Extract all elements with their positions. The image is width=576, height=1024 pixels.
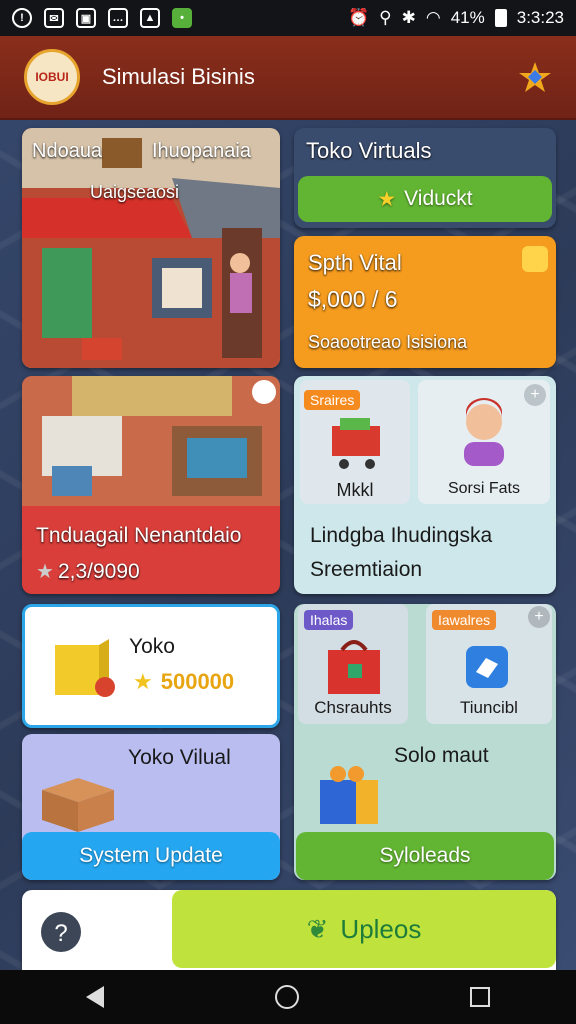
virtual-button[interactable]: ★ Viduckt <box>298 176 552 222</box>
star-icon: ★ <box>377 187 397 211</box>
shopping-bag-icon <box>328 640 380 694</box>
market-tag: Sraires <box>304 390 361 410</box>
gift-icon <box>320 766 378 824</box>
store2-amount: 2,3/9090 <box>57 559 140 583</box>
side-button[interactable]: Syloleads <box>296 832 554 880</box>
market-subtitle: Sreemtiaion <box>310 558 423 581</box>
upgrade-label: Upleos <box>340 913 422 944</box>
items-tag1: Ihalas <box>304 610 354 630</box>
battery-icon <box>494 9 507 27</box>
toko-amount-row: ★ 500000 <box>133 669 234 695</box>
system-update-button[interactable]: System Update <box>22 832 280 880</box>
store2-amount-row: ★ 2,3/9090 <box>36 559 140 584</box>
virtual-store-title: Toko Virtuals <box>306 138 432 163</box>
help-icon[interactable]: ? <box>36 908 86 958</box>
chat-icon: • <box>172 8 192 28</box>
sales-amount: $,000 / 6 <box>308 286 398 312</box>
recents-icon[interactable] <box>470 987 491 1007</box>
add-icon[interactable]: + <box>524 384 546 406</box>
star-icon: ★ <box>133 669 153 694</box>
store-illustration <box>22 128 280 368</box>
bluetooth-icon: ✱ <box>401 8 416 27</box>
sales-subtitle: Soaootreao Isisiona <box>308 332 468 352</box>
mail-icon: ✉ <box>44 8 64 28</box>
store-corner-icon[interactable] <box>252 380 276 404</box>
store2-title: Tnduagail Nenantdaio <box>36 524 242 547</box>
navigation-bar <box>0 970 576 1024</box>
app-tile[interactable]: Iawalres + Tiuncibl <box>426 604 552 724</box>
store-subtitle: Uaigseaosi <box>90 182 180 202</box>
bag-tile[interactable]: Ihalas Chsrauhts <box>298 604 408 724</box>
svg-text:?: ? <box>54 920 67 947</box>
leaf-icon: ❦ <box>306 913 329 944</box>
message-icon: … <box>108 8 128 28</box>
yoko-title: Yoko Vilual <box>128 746 231 769</box>
star-icon[interactable] <box>518 60 552 94</box>
lock-icon: ▣ <box>76 8 96 28</box>
info-badge[interactable] <box>522 246 548 272</box>
toko-title: Yoko <box>129 635 175 658</box>
battery-text: 41% <box>450 8 485 27</box>
toko-card[interactable]: Yoko ★ 500000 <box>22 604 280 728</box>
item2-label: Sorsi Fats <box>447 480 520 497</box>
status-bar: ! ✉ ▣ … ▲ • ⏰ ⚲ ✱ ◠ 41% 3:3:23 <box>0 0 576 36</box>
info-icon: ! <box>12 8 32 28</box>
items-card: Ihalas Chsrauhts Iawalres + Tiuncibl Sol… <box>294 604 556 880</box>
wifi-icon: ◠ <box>425 8 441 27</box>
store-card-secondary[interactable]: Tnduagail Nenantdaio ★ 2,3/9090 <box>22 376 280 594</box>
sales-title: Spth Vital <box>308 250 402 275</box>
location-icon: ⚲ <box>379 8 392 27</box>
market-card: Sraires Mkkl Sorsi Fats + Lindgba Ihudin… <box>294 376 556 594</box>
store-title-right: Ihuopanaia <box>152 140 251 162</box>
clock-text: 3:3:23 <box>516 8 564 27</box>
app-cube-icon <box>466 646 508 688</box>
image-icon: ▲ <box>140 8 160 28</box>
sales-card[interactable]: Spth Vital $,000 / 6 Soaootreao Isisiona <box>294 236 556 368</box>
bottom-action-bar: ? ❦ Upleos <box>22 890 556 970</box>
star-icon: ★ <box>36 561 54 583</box>
items-label1: Chsrauhts <box>314 698 392 717</box>
home-icon[interactable] <box>274 985 299 1009</box>
avatar-icon <box>464 398 504 466</box>
app-title: Simulasi Bisinis <box>102 64 255 89</box>
app-header: IOBUI Simulasi Bisinis <box>0 36 576 120</box>
virtual-store-card: Toko Virtuals ★ Viduckt <box>294 128 556 228</box>
cart-tile[interactable]: Sraires Mkkl <box>300 380 410 504</box>
app-logo[interactable]: IOBUI <box>24 49 80 105</box>
user-tile[interactable]: Sorsi Fats + <box>418 380 550 504</box>
cart-icon <box>332 418 380 469</box>
items-tag2: Iawalres <box>432 610 497 630</box>
back-icon[interactable] <box>85 986 104 1008</box>
store-title-left: Ndoaua <box>32 140 103 162</box>
virtual-button-label: Viduckt <box>404 187 473 210</box>
items-label2: Tiuncibl <box>460 698 518 717</box>
store-scene-illustration <box>22 376 280 506</box>
logo-text: IOBUI <box>35 70 69 84</box>
add-icon[interactable]: + <box>528 606 550 628</box>
item1-label: Mkkl <box>336 480 374 500</box>
box-icon <box>55 639 115 697</box>
upgrade-button[interactable]: ❦ Upleos <box>172 890 556 968</box>
toko-amount: 500000 <box>160 669 235 694</box>
yoko-card[interactable]: Yoko Vilual System Update <box>22 734 280 880</box>
alarm-icon: ⏰ <box>347 8 370 27</box>
package-icon <box>42 778 114 832</box>
market-title: Lindgba Ihudingska <box>310 524 493 547</box>
store-card-main[interactable]: Ndoaua Ihuopanaia Uaigseaosi <box>22 128 280 368</box>
solo-title: Solo maut <box>394 744 489 767</box>
